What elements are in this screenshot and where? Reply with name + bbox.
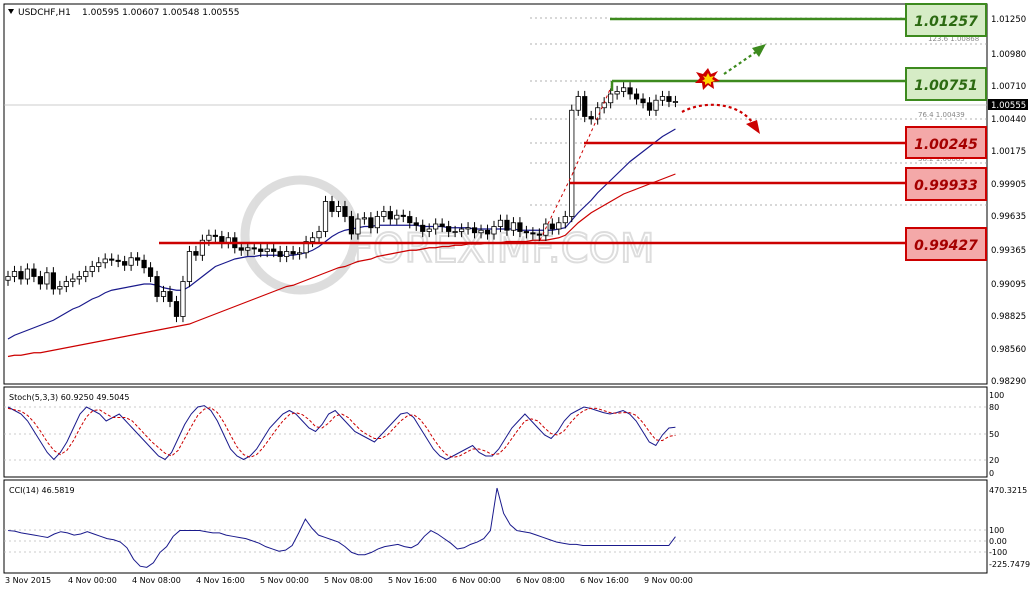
time-label: 4 Nov 08:00	[132, 576, 181, 585]
cci-axis-label: 100	[989, 526, 1004, 535]
watermark-text: FOREXIMF.COM	[350, 226, 655, 272]
cci-label: CCI(14) 46.5819	[9, 486, 75, 495]
cci-axis-label: -100	[989, 548, 1007, 557]
time-label: 6 Nov 08:00	[516, 576, 565, 585]
price-tick-label: 1.00440	[991, 115, 1026, 125]
cci-axis-label: -225.7479	[989, 560, 1030, 569]
cci-axis-label: 0.00	[989, 537, 1007, 546]
price-tick-label: 1.00175	[991, 147, 1026, 157]
price-tick-label: 0.98825	[991, 312, 1026, 322]
time-label: 4 Nov 00:00	[68, 576, 117, 585]
fib-label: 76.4 1.00439	[918, 111, 965, 119]
stoch-panel	[3, 386, 988, 478]
price-tick-label: 0.99365	[991, 246, 1026, 256]
chart-svg: FOREXIMF.COM USDCHF,H1 1.00595 1.00607 1…	[0, 0, 1031, 591]
chart-window: FOREXIMF.COM USDCHF,H1 1.00595 1.00607 1…	[0, 0, 1031, 591]
time-label: 5 Nov 16:00	[388, 576, 437, 585]
time-label: 4 Nov 16:00	[196, 576, 245, 585]
level-value: 1.00245	[914, 137, 978, 153]
level-value: 1.01257	[914, 14, 978, 30]
ohlc-label: 1.00595 1.00607 1.00548 1.00555	[82, 8, 239, 18]
stoch-axis-label: 0	[989, 469, 994, 478]
candle	[180, 275, 186, 323]
time-label: 9 Nov 00:00	[644, 576, 693, 585]
level-value: 0.99933	[914, 178, 978, 194]
level-value: 0.99427	[914, 238, 978, 254]
price-tick-label: 0.99905	[991, 180, 1026, 190]
price-tick-label: 0.99635	[991, 212, 1026, 222]
main-panel	[3, 3, 988, 385]
current-price-label: 1.00555	[991, 101, 1026, 111]
candle	[186, 245, 193, 288]
stoch-axis-label: 80	[989, 403, 999, 412]
stoch-axis-label: 20	[989, 456, 999, 465]
price-tick-label: 1.01250	[991, 15, 1026, 25]
time-label: 6 Nov 16:00	[580, 576, 629, 585]
stoch-axis-label: 50	[989, 430, 999, 439]
price-tick-label: 0.99095	[991, 280, 1026, 290]
price-tick-label: 0.98560	[991, 345, 1026, 355]
cci-panel	[3, 479, 988, 574]
stoch-axis-label: 100	[989, 391, 1004, 400]
time-label: 5 Nov 08:00	[324, 576, 373, 585]
candle	[322, 195, 329, 238]
time-label: 6 Nov 00:00	[452, 576, 501, 585]
level-value: 1.00751	[914, 78, 978, 94]
time-axis: 3 Nov 2015 4 Nov 00:00 4 Nov 08:00 4 Nov…	[5, 576, 693, 585]
time-label: 3 Nov 2015	[5, 576, 51, 585]
price-tick-label: 1.00980	[991, 50, 1026, 60]
time-label: 5 Nov 00:00	[260, 576, 309, 585]
price-tick-label: 1.00710	[991, 82, 1026, 92]
price-tick-label: 0.98290	[991, 377, 1026, 387]
symbol-label: USDCHF,H1	[18, 8, 71, 18]
chart-header: USDCHF,H1 1.00595 1.00607 1.00548 1.0055…	[8, 8, 239, 18]
candle	[569, 104, 575, 223]
cci-axis-label: 470.3215	[989, 486, 1027, 495]
stoch-label: Stoch(5,3,3) 60.9250 49.5045	[9, 393, 129, 402]
